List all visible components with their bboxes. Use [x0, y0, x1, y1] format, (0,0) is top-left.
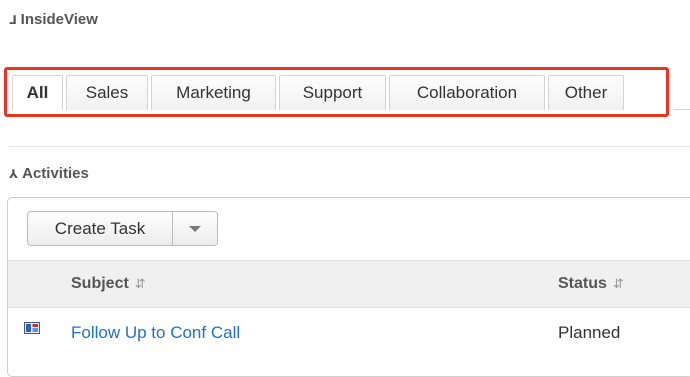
tab-all[interactable]: All	[12, 75, 63, 110]
activities-title: Activities	[22, 165, 89, 182]
tab-support[interactable]: Support	[279, 75, 386, 110]
row-status: Planned	[558, 323, 621, 342]
insideview-title: InsideView	[20, 11, 98, 28]
tab-baseline	[674, 109, 690, 110]
task-icon	[24, 322, 40, 334]
dashlet-tabs: All Sales Marketing Support Collaboratio…	[12, 73, 627, 110]
chevron-double-down-icon[interactable]: ⅃	[9, 13, 17, 27]
tab-label: Marketing	[176, 83, 251, 102]
row-subject-link[interactable]: Follow Up to Conf Call	[71, 323, 240, 343]
caret-down-icon	[189, 225, 201, 232]
activities-toolbar: Create Task	[27, 211, 218, 246]
tab-sales[interactable]: Sales	[66, 75, 148, 110]
chevron-double-up-icon[interactable]: ⅄	[9, 167, 18, 181]
column-label: Status	[558, 275, 607, 292]
tab-label: Sales	[85, 83, 129, 102]
tab-label: Collaboration	[416, 83, 518, 102]
column-label: Subject	[71, 275, 129, 292]
create-task-button[interactable]: Create Task	[27, 211, 173, 246]
create-task-dropdown-button[interactable]	[173, 211, 218, 246]
sort-icon[interactable]: ⇵	[135, 276, 146, 292]
tab-marketing[interactable]: Marketing	[151, 75, 276, 110]
column-header-subject[interactable]: Subject ⇵	[71, 275, 146, 293]
section-divider	[9, 146, 690, 147]
insideview-section-header[interactable]: ⅃ InsideView	[9, 11, 98, 28]
create-task-label: Create Task	[54, 218, 146, 238]
tab-label: Other	[564, 83, 608, 102]
activities-section-header[interactable]: ⅄ Activities	[9, 165, 89, 182]
tab-other[interactable]: Other	[548, 75, 624, 110]
sort-icon[interactable]: ⇵	[613, 276, 624, 292]
column-header-status[interactable]: Status ⇵	[558, 275, 624, 293]
tab-collaboration[interactable]: Collaboration	[389, 75, 545, 110]
tab-label: Support	[302, 83, 363, 102]
tab-label: All	[26, 83, 49, 102]
